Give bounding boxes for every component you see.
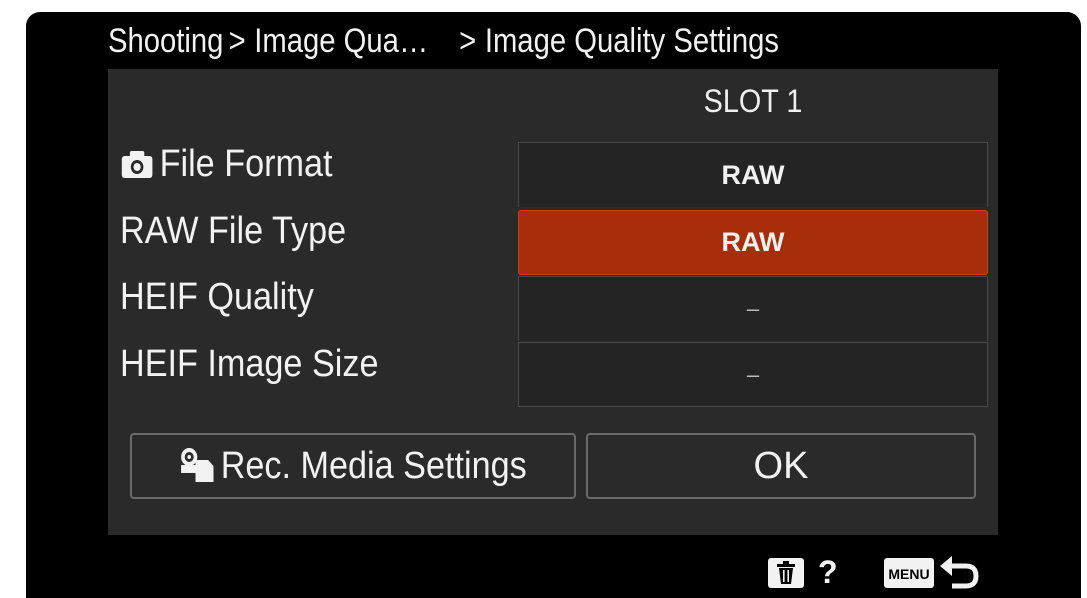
- ok-button[interactable]: OK: [586, 433, 976, 499]
- file-format-value[interactable]: RAW: [518, 142, 988, 207]
- menu-icon[interactable]: MENU: [884, 558, 934, 588]
- slot-header: SLOT 1: [703, 83, 803, 119]
- breadcrumb-shooting[interactable]: Shooting: [108, 22, 223, 61]
- breadcrumb: Shooting > Image Qua… > Image Quality Se…: [108, 16, 779, 66]
- rec-media-settings-label: Rec. Media Settings: [220, 444, 527, 487]
- trash-icon[interactable]: [768, 558, 804, 588]
- breadcrumb-separator: >: [459, 21, 477, 60]
- help-mark[interactable]: ?: [818, 554, 838, 591]
- row-label-file-format: File Format: [120, 131, 333, 197]
- breadcrumb-separator: >: [228, 21, 246, 60]
- breadcrumb-current-page: Image Quality Settings: [484, 21, 780, 60]
- heif-image-size-value[interactable]: –: [518, 342, 988, 407]
- camera-icon: [121, 151, 153, 178]
- ok-label: OK: [753, 444, 809, 487]
- heif-quality-value[interactable]: –: [518, 276, 988, 341]
- row-label-heif-image-size: HEIF Image Size: [120, 342, 379, 385]
- breadcrumb-image-quality[interactable]: Image Qua…: [254, 22, 428, 61]
- camera-menu-screen: Shooting > Image Qua… > Image Quality Se…: [26, 12, 1081, 598]
- menu-label: MENU: [888, 566, 929, 582]
- rec-media-icon: [181, 448, 214, 482]
- rec-media-settings-button[interactable]: Rec. Media Settings: [130, 433, 576, 499]
- return-icon[interactable]: [938, 552, 980, 594]
- settings-panel: SLOT 1 File Format RAW File Type HEIF Qu…: [108, 69, 998, 535]
- row-label-raw-file-type: RAW File Type: [120, 209, 347, 252]
- row-label-heif-quality: HEIF Quality: [120, 275, 314, 318]
- file-format-label: File Format: [159, 142, 333, 185]
- raw-file-type-value[interactable]: RAW: [518, 210, 988, 275]
